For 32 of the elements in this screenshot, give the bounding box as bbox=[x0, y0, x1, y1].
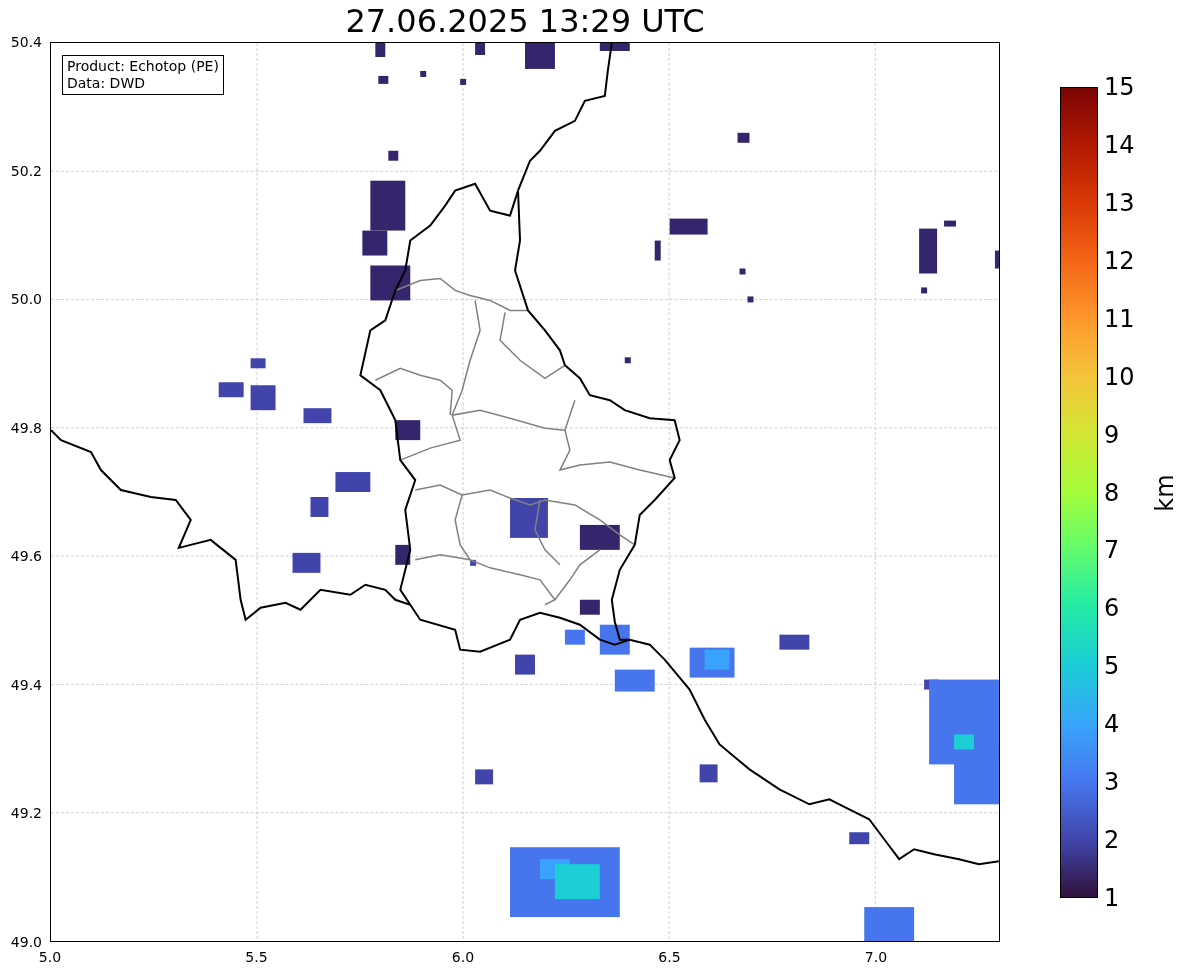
colorbar-tick-label: 4 bbox=[1104, 712, 1120, 737]
colorbar-tick-label: 13 bbox=[1104, 190, 1135, 215]
colorbar-tick-label: 7 bbox=[1104, 538, 1120, 563]
colorbar-label: km bbox=[1152, 473, 1177, 512]
colorbar-tick-label: 15 bbox=[1104, 75, 1135, 99]
x-tick-label: 5.0 bbox=[38, 950, 62, 964]
colorbar-tick-label: 5 bbox=[1104, 654, 1120, 679]
x-tick-label: 6.5 bbox=[658, 950, 681, 964]
y-tick-label: 50.2 bbox=[10, 163, 42, 178]
info-text: Product: Echotop (PE) bbox=[67, 58, 219, 75]
colorbar-tick-label: 1 bbox=[1104, 886, 1120, 910]
x-tick-label: 5.5 bbox=[245, 950, 268, 964]
x-tick-label: 7.0 bbox=[864, 950, 888, 964]
y-tick-label: 49.4 bbox=[10, 677, 42, 692]
colorbar-tick-label: 12 bbox=[1104, 248, 1135, 273]
colorbar-tick-label: 10 bbox=[1104, 364, 1135, 389]
y-tick-label: 49.2 bbox=[10, 806, 42, 821]
y-tick-label: 50.4 bbox=[10, 35, 42, 49]
y-tick-label: 49.6 bbox=[10, 549, 42, 564]
y-tick-label: 50.0 bbox=[10, 292, 42, 307]
x-tick-label: 6.0 bbox=[451, 950, 475, 964]
colorbar-tick-label: 8 bbox=[1104, 480, 1120, 505]
colorbar-tick-label: 14 bbox=[1104, 132, 1135, 157]
y-tick-label: 49.8 bbox=[10, 420, 42, 435]
colorbar-tick-label: 11 bbox=[1104, 306, 1135, 331]
colorbar-tick-label: 9 bbox=[1104, 422, 1120, 447]
y-tick-label: 49.0 bbox=[10, 935, 42, 949]
info-text: Data: DWD bbox=[67, 75, 146, 92]
colorbar-tick-label: 3 bbox=[1104, 770, 1120, 795]
colorbar-tick-label: 2 bbox=[1104, 828, 1120, 853]
chart-title: 27.06.2025 13:29 UTC bbox=[345, 5, 705, 37]
colorbar-tick-label: 6 bbox=[1104, 596, 1120, 621]
